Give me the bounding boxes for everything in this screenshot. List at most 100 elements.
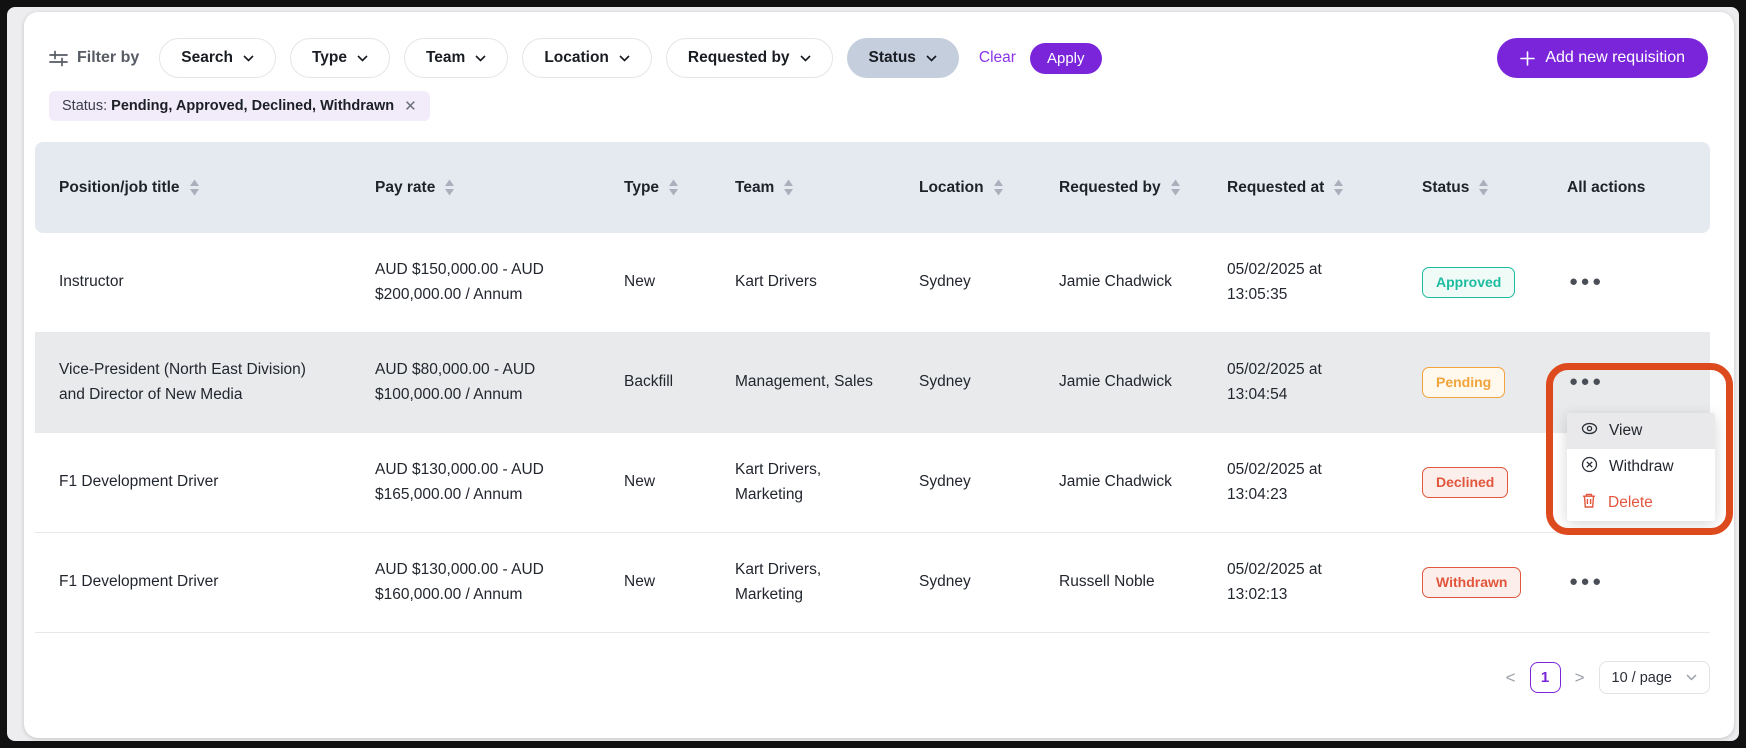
chevron-down-icon [475,55,486,62]
column-header[interactable]: Status [1398,179,1543,197]
menu-item-view[interactable]: View [1567,413,1715,449]
filter-pill-label: Search [181,49,233,67]
column-header-label: Position/job title [59,179,180,197]
page-size-select[interactable]: 10 / page [1599,661,1710,694]
add-new-requisition-button[interactable]: Add new requisition [1497,38,1708,78]
filter-pill-search[interactable]: Search [159,38,276,78]
menu-item-label: Delete [1608,494,1653,512]
next-page-button[interactable]: > [1571,666,1589,690]
column-header-label: Status [1422,179,1469,197]
page-1-button[interactable]: 1 [1530,662,1561,693]
cell-team: Kart Drivers, Marketing [735,458,879,506]
chevron-down-icon [926,55,937,62]
cell-requested-by: Jamie Chadwick [1059,270,1172,294]
sort-icon[interactable] [993,179,1004,196]
cell-location: Sydney [895,570,1035,594]
cell-requested-at: 05/02/2025 at 13:04:23 [1227,458,1377,506]
add-new-requisition-label: Add new requisition [1545,49,1685,67]
cell-type: New [600,270,711,294]
filter-pill-label: Location [544,49,609,67]
column-header[interactable]: Position/job title [35,179,351,197]
column-header[interactable]: All actions [1543,179,1710,197]
sort-icon[interactable] [783,179,794,196]
cell-location: Sydney [895,470,1035,494]
status-badge: Pending [1422,367,1505,399]
clear-filters-link[interactable]: Clear [979,49,1016,67]
chip-text: Status: Pending, Approved, Declined, Wit… [62,98,394,114]
cell-pay-rate: AUD $80,000.00 - AUD $100,000.00 / Annum [351,358,600,406]
column-header[interactable]: Type [600,179,711,197]
cell-requested-at: 05/02/2025 at 13:02:13 [1227,558,1377,606]
table-row[interactable]: Instructor AUD $150,000.00 - AUD $200,00… [35,233,1710,333]
filter-by-text: Filter by [77,49,139,67]
sort-icon[interactable] [1333,179,1344,196]
column-header[interactable]: Requested at [1203,179,1398,197]
filter-pill-location[interactable]: Location [522,38,652,78]
filter-bar: Filter by Search Type Team Location Requ… [35,38,1708,78]
filter-pill-label: Type [312,49,347,67]
column-header[interactable]: Location [895,179,1035,197]
row-actions-button[interactable]: ●●● [1567,570,1606,593]
sort-icon[interactable] [1478,179,1489,196]
chevron-down-icon [357,55,368,62]
column-header-label: Requested at [1227,179,1324,197]
column-header-label: All actions [1567,179,1645,197]
screenshot-frame: Filter by Search Type Team Location Requ… [0,0,1746,748]
table-row[interactable]: F1 Development Driver AUD $130,000.00 - … [35,433,1710,533]
filter-pill-requested-by[interactable]: Requested by [666,38,833,78]
plus-icon [1520,51,1535,66]
cell-requested-at: 05/02/2025 at 13:04:54 [1227,358,1377,406]
sort-icon[interactable] [1170,179,1181,196]
chevron-down-icon [619,55,630,62]
column-header-label: Pay rate [375,179,435,197]
filter-pill-label: Requested by [688,49,790,67]
column-header[interactable]: Pay rate [351,179,600,197]
sort-icon[interactable] [189,179,200,196]
close-icon[interactable]: ✕ [404,99,417,114]
pagination: < 1 > 10 / page [35,661,1710,694]
cell-pay-rate: AUD $150,000.00 - AUD $200,000.00 / Annu… [351,258,600,306]
column-header[interactable]: Team [711,179,895,197]
cell-type: New [600,570,711,594]
row-actions-button[interactable]: ●●● [1567,370,1606,393]
cell-team: Kart Drivers, Marketing [735,558,879,606]
previous-page-button[interactable]: < [1502,666,1520,690]
status-badge: Declined [1422,467,1508,499]
cell-location: Sydney [895,370,1035,394]
filter-by-label: Filter by [49,49,139,67]
menu-item-label: Withdraw [1609,458,1674,476]
cell-team: Management, Sales [735,370,873,394]
table-row[interactable]: F1 Development Driver AUD $130,000.00 - … [35,533,1710,633]
sort-icon[interactable] [444,179,455,196]
cell-position: Instructor [35,270,351,294]
requisitions-table: Position/job title Pay rate Type Team Lo… [35,142,1710,633]
cell-position: F1 Development Driver [35,570,351,594]
column-header[interactable]: Requested by [1035,179,1203,197]
row-actions-menu: View Withdraw Delete [1567,413,1715,521]
cell-pay-rate: AUD $130,000.00 - AUD $160,000.00 / Annu… [351,558,600,606]
cell-position: Vice-President (North East Division) and… [35,358,351,406]
status-badge: Approved [1422,267,1515,299]
chip-values: Pending, Approved, Declined, Withdrawn [111,98,394,114]
sliders-icon [49,50,68,67]
cell-requested-by: Russell Noble [1059,570,1155,594]
apply-filters-button[interactable]: Apply [1030,43,1102,74]
chevron-down-icon [1686,674,1697,681]
filter-pill-team[interactable]: Team [404,38,508,78]
filter-pill-status[interactable]: Status [847,38,959,78]
table-row[interactable]: Vice-President (North East Division) and… [35,333,1710,433]
eye-icon [1581,420,1598,442]
filter-pill-type[interactable]: Type [290,38,390,78]
sort-icon[interactable] [668,179,679,196]
column-header-label: Requested by [1059,179,1161,197]
row-actions-button[interactable]: ●●● [1567,270,1606,293]
menu-item-label: View [1609,422,1642,440]
cell-location: Sydney [895,270,1035,294]
menu-item-withdraw[interactable]: Withdraw [1567,449,1715,485]
status-filter-chip: Status: Pending, Approved, Declined, Wit… [49,91,430,121]
menu-item-delete[interactable]: Delete [1567,485,1715,521]
cell-requested-by: Jamie Chadwick [1059,470,1172,494]
cell-requested-by: Jamie Chadwick [1059,370,1172,394]
table-body: Instructor AUD $150,000.00 - AUD $200,00… [35,233,1710,633]
cell-requested-at: 05/02/2025 at 13:05:35 [1227,258,1377,306]
